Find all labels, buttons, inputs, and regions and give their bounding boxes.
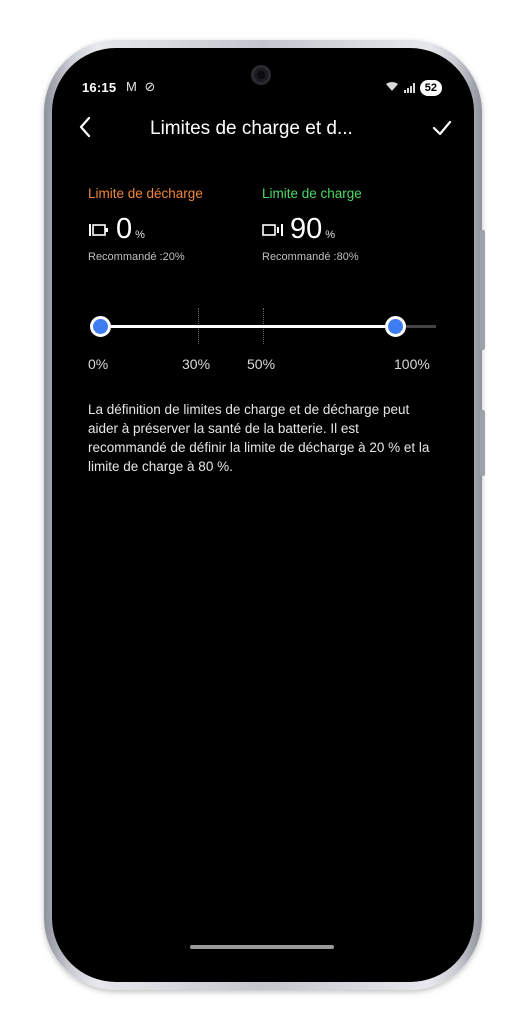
status-time: 16:15 <box>82 80 117 95</box>
charge-recommended: Recommandé :80% <box>262 251 359 263</box>
charge-limit: Limite de charge 90 % Recommandé :80% <box>262 186 362 263</box>
page-title: Limites de charge et d... <box>150 118 353 139</box>
battery-badge: 52 <box>419 80 442 96</box>
battery-charge-icon <box>262 223 284 237</box>
tick-label-0: 0% <box>88 356 109 372</box>
tick-label-50: 50% <box>247 356 276 372</box>
description-text: La définition de limites de charge et de… <box>88 402 430 474</box>
discharge-limit-unit: % <box>135 229 145 241</box>
check-icon[interactable] <box>430 116 454 140</box>
charge-limit-value: 90 <box>290 213 323 245</box>
page: 16:15 M ⊘ 52 Limites de charge et d... L… <box>0 0 524 1024</box>
discharge-limit-value: 0 <box>116 213 133 245</box>
discharge-slider-thumb[interactable] <box>90 316 111 337</box>
home-indicator[interactable] <box>190 945 334 949</box>
volume-button <box>480 230 485 350</box>
slider-fill <box>100 325 396 328</box>
battery-low-icon <box>88 223 110 237</box>
power-button <box>480 410 485 476</box>
discharge-value-row: 0 % <box>88 213 203 247</box>
wifi-icon <box>385 81 399 95</box>
screen: 16:15 M ⊘ 52 Limites de charge et d... L… <box>52 48 474 982</box>
status-right: 52 <box>385 80 442 96</box>
discharge-limit: Limite de décharge 0 % Recommandé :20% <box>88 186 203 263</box>
charge-limit-label: Limite de charge <box>262 186 362 201</box>
front-camera <box>251 65 271 85</box>
charge-limit-unit: % <box>325 229 336 241</box>
signal-icon <box>403 83 415 93</box>
tick-label-30: 30% <box>182 356 211 372</box>
discharge-limit-label: Limite de décharge <box>88 186 203 201</box>
charge-range-slider[interactable] <box>88 308 436 344</box>
charge-value-row: 90 % <box>262 213 362 247</box>
charge-slider-thumb[interactable] <box>385 316 407 337</box>
notification-icons: M ⊘ <box>126 79 158 94</box>
discharge-recommended: Recommandé :20% <box>88 251 185 263</box>
tick-label-100: 100% <box>394 356 430 372</box>
back-icon[interactable] <box>74 114 96 140</box>
